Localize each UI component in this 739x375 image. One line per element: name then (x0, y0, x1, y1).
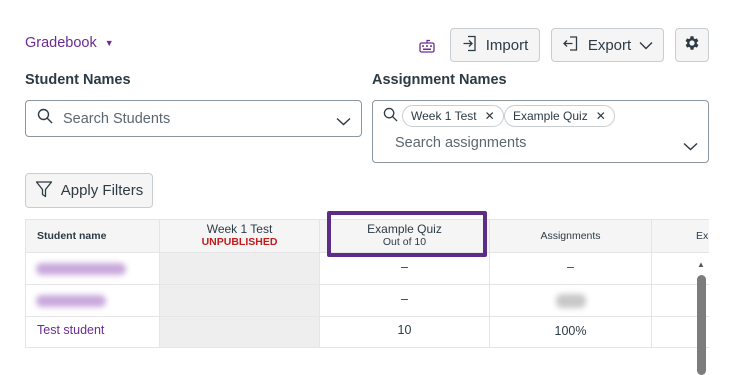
gradebook-menu[interactable]: Gradebook ▼ (25, 35, 114, 51)
grade-cell[interactable] (160, 253, 320, 285)
search-icon (383, 107, 398, 127)
close-icon[interactable]: ✕ (596, 109, 606, 123)
import-icon (462, 35, 478, 56)
column-header-label: Student name (37, 230, 107, 242)
grade-value: – (401, 260, 408, 274)
column-header-week1-test[interactable]: Week 1 Test UNPUBLISHED (160, 219, 320, 253)
grade-cell[interactable]: 100% (490, 317, 652, 348)
chevron-down-icon (639, 37, 653, 54)
grade-cell[interactable]: – (490, 253, 652, 285)
vertical-scrollbar[interactable] (697, 275, 706, 375)
chevron-down-icon[interactable] (336, 113, 351, 131)
table-row[interactable] (25, 285, 160, 317)
student-name-link[interactable]: Test student (37, 323, 104, 337)
gear-icon (683, 34, 701, 56)
column-header-label: Assignments (540, 230, 601, 242)
column-header-label: Ex (696, 230, 709, 242)
assignment-pill-week1[interactable]: Week 1 Test ✕ (402, 105, 504, 127)
apply-filters-label: Apply Filters (60, 182, 144, 199)
grade-cell[interactable]: 10 (320, 317, 490, 348)
search-icon (37, 108, 53, 129)
gradebook-menu-label: Gradebook (25, 35, 97, 51)
column-header-student-name[interactable]: Student name (25, 219, 160, 253)
pill-label: Week 1 Test (411, 109, 477, 123)
grade-cell[interactable] (490, 285, 652, 317)
assignment-pill-quiz[interactable]: Example Quiz ✕ (504, 105, 615, 127)
keyboard-icon[interactable] (418, 37, 436, 55)
grade-value: 100% (554, 324, 587, 338)
assignment-search-input[interactable]: Week 1 Test ✕ Example Quiz ✕ Search assi… (372, 100, 709, 163)
settings-button[interactable] (675, 28, 709, 62)
grade-cell[interactable]: – (320, 253, 490, 285)
blurred-student-name (36, 295, 106, 307)
column-header-assignments[interactable]: Assignments (490, 219, 652, 253)
export-icon (562, 35, 580, 56)
student-search-placeholder: Search Students (63, 110, 171, 127)
import-button[interactable]: Import (450, 28, 540, 62)
table-row[interactable] (25, 253, 160, 285)
student-search-input[interactable]: Search Students (25, 100, 362, 137)
export-label: Export (587, 36, 632, 54)
apply-filters-button[interactable]: Apply Filters (25, 173, 153, 208)
grade-value: – (567, 260, 574, 274)
assignment-names-label: Assignment Names (372, 72, 507, 88)
export-button[interactable]: Export (551, 28, 664, 62)
unpublished-badge: UNPUBLISHED (201, 236, 278, 248)
column-header-label: Week 1 Test (206, 222, 273, 236)
column-header-ex[interactable]: Ex (652, 219, 709, 253)
grade-cell[interactable] (160, 317, 320, 348)
grade-value: 10 (397, 323, 412, 337)
points-possible: Out of 10 (382, 236, 427, 248)
blurred-grade (556, 294, 586, 308)
blurred-student-name (36, 263, 126, 275)
column-header-example-quiz[interactable]: Example Quiz Out of 10 (320, 219, 490, 253)
pill-label: Example Quiz (513, 109, 588, 123)
grade-cell[interactable] (160, 285, 320, 317)
assignment-search-placeholder: Search assignments (395, 135, 527, 151)
column-header-label: Example Quiz (367, 222, 442, 236)
chevron-down-icon[interactable] (683, 138, 698, 156)
gradebook-grid: Student name Week 1 Test UNPUBLISHED Exa… (25, 219, 709, 348)
table-row[interactable]: Test student (25, 317, 160, 348)
scroll-up-arrow-icon[interactable]: ▲ (697, 260, 705, 269)
caret-down-icon: ▼ (104, 38, 114, 48)
close-icon[interactable]: ✕ (485, 109, 495, 123)
student-names-label: Student Names (25, 72, 131, 88)
grade-value: – (401, 292, 408, 306)
grade-cell[interactable]: – (320, 285, 490, 317)
import-label: Import (485, 36, 529, 54)
filter-icon (35, 180, 53, 202)
